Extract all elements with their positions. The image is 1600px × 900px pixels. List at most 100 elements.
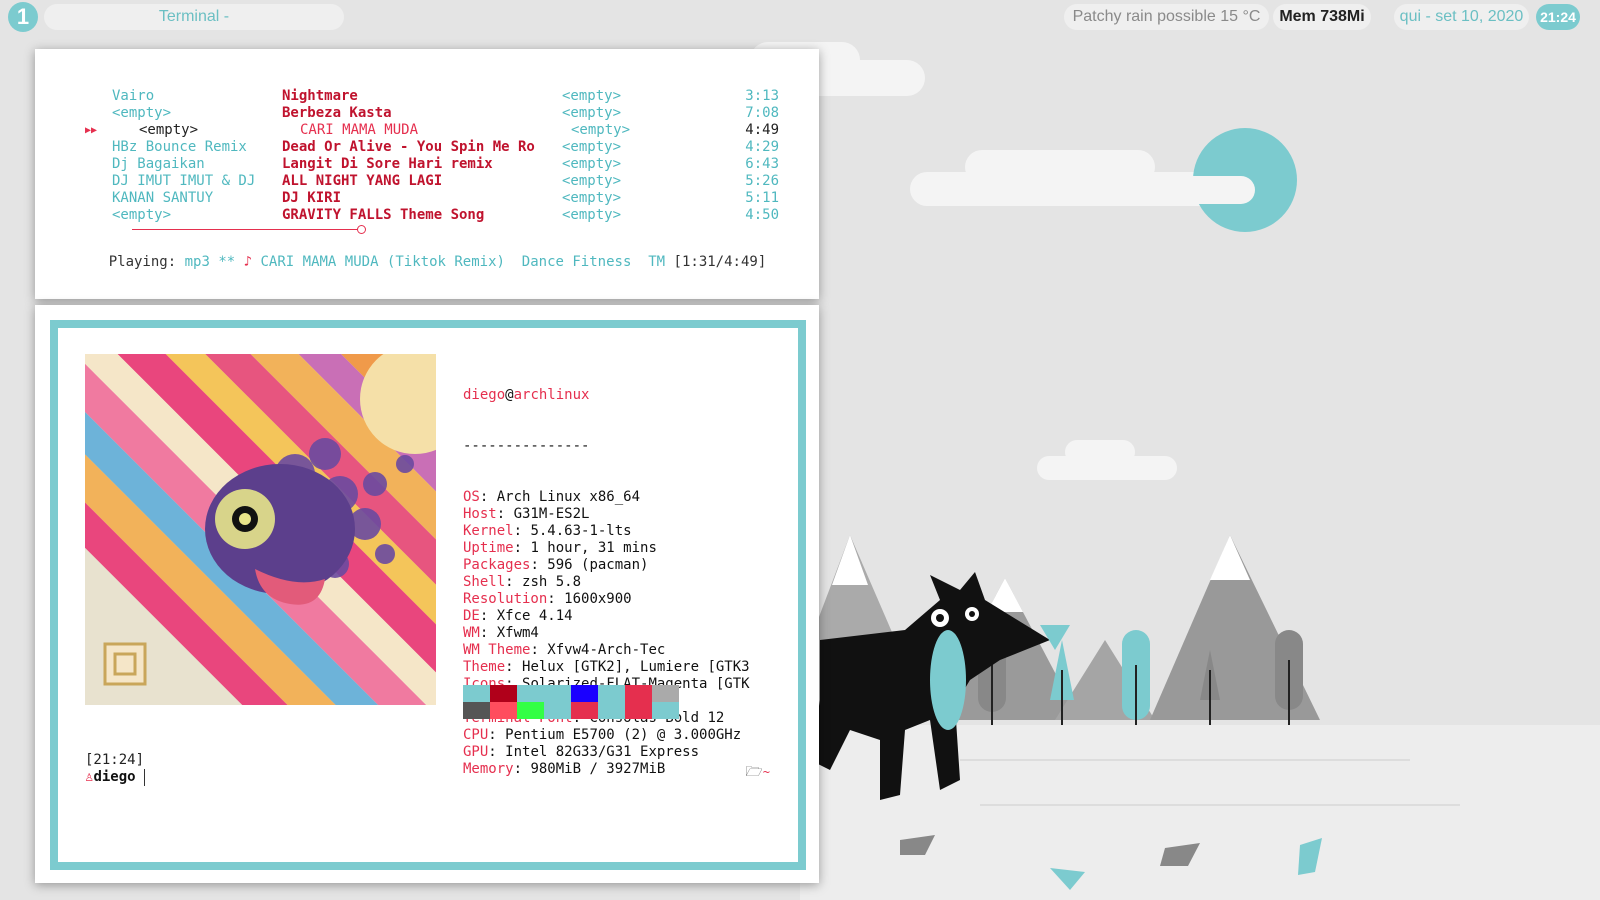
track-title: Berbeza Kasta	[282, 105, 392, 121]
color-swatch	[625, 685, 652, 702]
play-marker-icon: ▶▶	[85, 125, 98, 136]
prompt-line[interactable]: ♙diego	[85, 769, 145, 786]
folder-glyph: 🗁	[745, 764, 763, 780]
info-key: WM	[463, 625, 480, 641]
track-title: Langit Di Sore Hari remix	[282, 156, 493, 172]
now-playing-status: Playing: mp3 ** ♪ CARI MAMA MUDA (Tiktok…	[75, 237, 767, 288]
color-swatch	[463, 702, 490, 719]
username: diego	[463, 387, 506, 403]
track-title: Nightmare	[282, 88, 358, 104]
weather-widget: Patchy rain possible 15 °C	[1064, 4, 1269, 30]
track-duration: 6:43	[745, 156, 779, 172]
color-swatch	[517, 685, 544, 702]
playlist-row[interactable]: Vairo Nightmare <empty> 3:13	[35, 88, 819, 105]
info-key: GPU	[463, 744, 489, 760]
playlist-row[interactable]: DJ IMUT IMUT & DJ ALL NIGHT YANG LAGI <emp…	[35, 173, 819, 190]
system-info-line: Kernel: 5.4.63-1-lts	[463, 523, 632, 539]
track-artist: Dj Bagaikan	[112, 156, 205, 172]
info-key: Kernel	[463, 523, 514, 539]
track-album: <empty>	[562, 173, 622, 189]
track-title: Dead Or Alive - You Spin Me Ro	[282, 139, 535, 155]
info-value: Xfvw4-Arch-Tec	[547, 642, 666, 658]
info-key: Shell	[463, 574, 506, 590]
system-info-line: OS: Arch Linux x86_64	[463, 489, 641, 505]
info-value: 596 (pacman)	[547, 557, 649, 573]
music-note-icon: ♪	[243, 254, 253, 270]
track-duration: 4:50	[745, 207, 779, 223]
track-duration: 4:49	[745, 122, 779, 138]
playlist-row[interactable]: <empty> Berbeza Kasta <empty> 7:08	[35, 105, 819, 122]
color-swatch	[598, 685, 625, 702]
info-value: Intel 82G33/G31 Express	[505, 744, 700, 760]
color-swatch	[463, 685, 490, 702]
system-info-line: Shell: zsh 5.8	[463, 574, 582, 590]
color-palette	[463, 685, 679, 719]
system-info-line: CPU: Pentium E5700 (2) @ 3.000GHz	[463, 727, 742, 743]
info-value: zsh 5.8	[522, 574, 582, 590]
terminal-frame: diego@archlinux --------------- OS: Arch…	[50, 320, 806, 870]
color-swatch	[490, 702, 517, 719]
track-duration: 3:13	[745, 88, 779, 104]
info-key: Packages	[463, 557, 531, 573]
status-flags: **	[218, 254, 236, 270]
hostname: archlinux	[513, 387, 590, 403]
track-album: <empty>	[562, 156, 622, 172]
info-key: DE	[463, 608, 480, 624]
clock-widget: 21:24	[1536, 4, 1580, 30]
system-info-line: Memory: 980MiB / 3927MiB	[463, 761, 666, 777]
color-swatch	[490, 685, 517, 702]
playlist-row[interactable]: KANAN SANTUY DJ KIRI <empty> 5:11	[35, 190, 819, 207]
info-value: Pentium E5700 (2) @ 3.000GHz	[505, 727, 742, 743]
status-extra: Dance Fitness	[521, 254, 632, 270]
info-value: Arch Linux x86_64	[496, 489, 641, 505]
status-position: [1:31/4:49]	[673, 254, 767, 270]
playlist-row[interactable]: <empty> GRAVITY FALLS Theme Song <empty> 4:…	[35, 207, 819, 224]
track-album: <empty>	[562, 190, 622, 206]
text-cursor	[143, 769, 145, 786]
workspace-indicator[interactable]: 1	[8, 2, 38, 32]
active-window-title[interactable]: Terminal -	[44, 4, 344, 30]
color-swatch	[517, 702, 544, 719]
playlist-row[interactable]: Dj Bagaikan Langit Di Sore Hari remix <emp…	[35, 156, 819, 173]
track-album: <empty>	[571, 122, 631, 138]
system-info-line: WM: Xfwm4	[463, 625, 539, 641]
info-value: Helux [GTK2], Lumiere [GTK3	[522, 659, 750, 675]
album-art-image	[85, 354, 436, 705]
track-duration: 5:26	[745, 173, 779, 189]
music-player-window[interactable]: Vairo Nightmare <empty> 3:13 <empty> Berbeza …	[35, 49, 819, 299]
user-host: diego@archlinux	[463, 387, 750, 404]
system-info-line: Uptime: 1 hour, 31 mins	[463, 540, 657, 556]
system-info-list: OS: Arch Linux x86_64 Host: G31M-ES2L Kern…	[463, 489, 750, 778]
at-sign: @	[505, 387, 514, 403]
color-swatch	[571, 702, 598, 719]
progress-knob[interactable]	[357, 225, 366, 234]
system-info-line: Resolution: 1600x900	[463, 591, 632, 607]
track-album: <empty>	[562, 88, 622, 104]
track-artist: HBz Bounce Remix	[112, 139, 247, 155]
color-swatch	[625, 702, 652, 719]
info-key: OS	[463, 489, 480, 505]
folder-open-icon: 🗁~	[745, 764, 770, 781]
separator: ---------------	[463, 438, 590, 454]
info-value: 1 hour, 31 mins	[530, 540, 657, 556]
track-duration: 5:11	[745, 190, 779, 206]
color-swatch	[544, 702, 571, 719]
track-artist: Vairo	[112, 88, 155, 104]
memory-widget: Mem 738Mi	[1273, 4, 1371, 30]
date-widget: qui - set 10, 2020	[1394, 4, 1529, 30]
color-swatch	[652, 685, 679, 702]
color-swatch	[652, 702, 679, 719]
track-artist: DJ IMUT IMUT & DJ	[112, 173, 256, 189]
info-value: Xfce 4.14	[496, 608, 573, 624]
track-artist: <empty>	[112, 105, 172, 121]
info-key: Memory	[463, 761, 514, 777]
system-info-line: Host: G31M-ES2L	[463, 506, 590, 522]
prompt-username: diego	[93, 769, 136, 785]
track-title: DJ KIRI	[282, 190, 342, 206]
playlist-row[interactable]: ▶▶ <empty> CARI MAMA MUDA <empty> 4:49	[35, 122, 819, 139]
playlist-row[interactable]: HBz Bounce Remix Dead Or Alive - You Spin…	[35, 139, 819, 156]
track-artist: <empty>	[112, 207, 172, 223]
terminal-window[interactable]: diego@archlinux --------------- OS: Arch…	[35, 305, 819, 883]
progress-bar[interactable]	[132, 229, 361, 230]
color-swatch	[571, 685, 598, 702]
